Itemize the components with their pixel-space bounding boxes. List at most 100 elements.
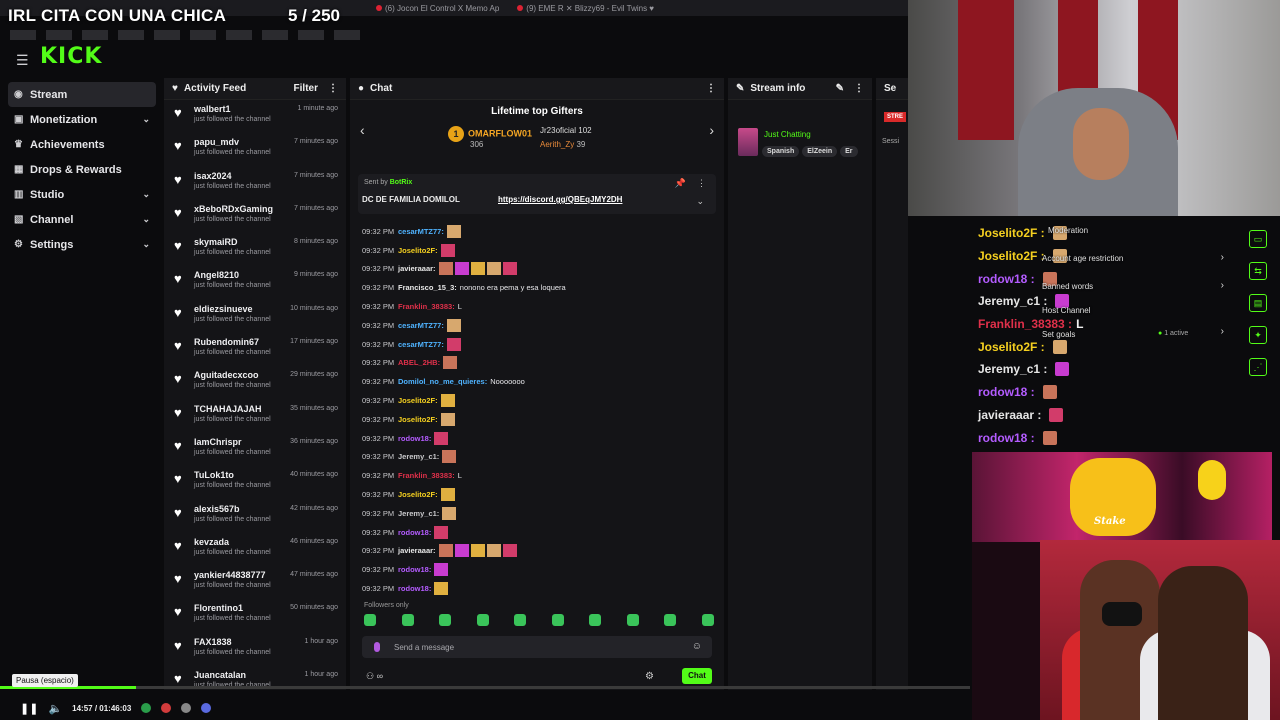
chat-message[interactable]: 09:32 PM Francisco_15_3: nonono era pema y… xyxy=(362,278,712,297)
browser-tab[interactable]: (9) EME R ✕ Blizzy69 - Evil Twins ♥ xyxy=(511,3,660,14)
layout-icon[interactable]: ▤ xyxy=(1249,294,1267,312)
chevron-down-icon[interactable]: ⌄ xyxy=(142,239,150,250)
chat-message[interactable]: 09:32 PM Jeremy_c1: xyxy=(362,504,712,523)
chat-message[interactable]: 09:32 PM rodow18: xyxy=(362,429,712,448)
volume-icon[interactable]: 🔈 xyxy=(48,702,62,715)
emote-button[interactable] xyxy=(664,614,677,626)
message-username[interactable]: rodow18: xyxy=(398,565,431,574)
kick-logo[interactable]: KICK xyxy=(40,44,102,69)
chat-message[interactable]: 09:32 PM cesarMTZ77: xyxy=(362,335,712,354)
emoji-icon[interactable]: ☺ xyxy=(692,641,702,652)
message-username[interactable]: rodow18: xyxy=(398,434,431,443)
message-username[interactable]: javieraaar: xyxy=(398,264,436,273)
message-username[interactable]: Jeremy_c1: xyxy=(398,509,439,518)
chat-message[interactable]: 09:32 PM Joselito2F: xyxy=(362,410,712,429)
chevron-right-icon[interactable]: › xyxy=(1221,280,1224,291)
chat-message[interactable]: 09:32 PM Joselito2F: xyxy=(362,241,712,260)
list-item[interactable]: ♥ Rubendomin67 just followed the channel 17… xyxy=(164,333,346,366)
message-username[interactable]: Joselito2F: xyxy=(398,246,438,255)
chevron-down-icon[interactable]: ⌄ xyxy=(142,214,150,225)
message-username[interactable]: Jeremy_c1: xyxy=(398,452,439,461)
message-username[interactable]: Domilol_no_me_quieres: xyxy=(398,377,487,386)
pin-icon[interactable]: 📌 xyxy=(675,178,686,189)
chat-message[interactable]: 09:32 PM Franklin_38383: L xyxy=(362,466,712,485)
sidebar-item-drops-rewards[interactable]: ▦ Drops & Rewards xyxy=(8,157,156,182)
list-item[interactable]: ♥ FAX1838 just followed the channel 1 hour … xyxy=(164,633,346,666)
list-item[interactable]: ♥ TCHAHAJAJAH just followed the channel 35 … xyxy=(164,400,346,433)
chevron-left-icon[interactable]: ‹ xyxy=(360,122,365,138)
more-options-icon[interactable]: ⋮ xyxy=(328,83,338,94)
message-username[interactable]: cesarMTZ77: xyxy=(398,340,444,349)
mic-icon[interactable] xyxy=(374,642,380,652)
chat-message[interactable]: 09:32 PM Joselito2F: xyxy=(362,391,712,410)
list-item[interactable]: ♥ yankier44838777 just followed the channe… xyxy=(164,566,346,599)
chevron-right-icon[interactable]: › xyxy=(709,122,714,138)
chat-message[interactable]: 09:32 PM cesarMTZ77: xyxy=(362,316,712,335)
message-username[interactable]: Francisco_15_3: xyxy=(398,283,457,292)
message-username[interactable]: Franklin_38383: xyxy=(398,471,455,480)
list-item[interactable]: ♥Juancatalanjust followed the channel1 h… xyxy=(164,666,346,699)
emote-button[interactable] xyxy=(551,614,564,626)
chevron-down-icon[interactable]: ⌄ xyxy=(142,189,150,200)
list-item[interactable]: ♥ eldiezsinueve just followed the channel 1… xyxy=(164,300,346,333)
list-item[interactable]: ♥ walbert1 just followed the channel 1 minu… xyxy=(164,100,346,133)
tray-icon[interactable] xyxy=(201,703,212,713)
chat-message[interactable]: 09:32 PM Domilol_no_me_quieres: Nooooooo xyxy=(362,372,712,391)
message-username[interactable]: cesarMTZ77: xyxy=(398,227,444,236)
gear-icon[interactable] xyxy=(181,703,192,713)
message-username[interactable]: Joselito2F: xyxy=(398,415,438,424)
list-item[interactable]: ♥ isax2024 just followed the channel 7 minu… xyxy=(164,167,346,200)
more-options-icon[interactable]: ⋮ xyxy=(854,83,864,94)
bolt-icon[interactable]: ⇆ xyxy=(1249,262,1267,280)
sidebar-item-channel[interactable]: ▧ Channel ⌄ xyxy=(8,207,156,232)
chat-message[interactable]: 09:32 PM cesarMTZ77: xyxy=(362,222,712,241)
sidebar-item-settings[interactable]: ⚙ Settings ⌄ xyxy=(8,232,156,257)
more-options-icon[interactable]: ⋮ xyxy=(706,83,716,94)
emote-button[interactable] xyxy=(701,614,714,626)
message-username[interactable]: Franklin_38383: xyxy=(398,302,455,311)
emote-button[interactable] xyxy=(439,614,452,626)
message-username[interactable]: rodow18: xyxy=(398,528,431,537)
list-item[interactable]: ♥ xBeboRDxGaming just followed the channel… xyxy=(164,200,346,233)
discord-link[interactable]: https://discord.gg/QBEqJMY2DH xyxy=(498,195,622,204)
emote-button[interactable] xyxy=(476,614,489,626)
emote-button[interactable] xyxy=(589,614,602,626)
pause-icon[interactable]: ❚❚ xyxy=(20,702,38,715)
list-item[interactable]: ♥ Angel8210 just followed the channel 9 min… xyxy=(164,266,346,299)
list-item[interactable]: ♥ TuLok1to just followed the channel 40 min… xyxy=(164,466,346,499)
chevron-down-icon[interactable]: ⌄ xyxy=(142,114,150,125)
list-item[interactable]: ♥ papu_mdv just followed the channel 7 minu… xyxy=(164,133,346,166)
viewers-icon[interactable]: ⚇ ∞ xyxy=(366,671,383,682)
message-username[interactable]: Joselito2F: xyxy=(398,396,438,405)
list-item[interactable]: ♥ kevzada just followed the channel 46 minu… xyxy=(164,533,346,566)
message-username[interactable]: cesarMTZ77: xyxy=(398,321,444,330)
list-item[interactable]: ♥ IamChrispr just followed the channel 36 m… xyxy=(164,433,346,466)
edit-icon[interactable]: ✎ xyxy=(836,83,844,94)
sidebar-item-stream[interactable]: ◉ Stream xyxy=(8,82,156,107)
chevron-right-icon[interactable]: › xyxy=(1221,326,1224,337)
chat-message[interactable]: 09:32 PM Franklin_38383: L xyxy=(362,297,712,316)
gear-icon[interactable]: ⚙ xyxy=(645,671,654,682)
menu-icon[interactable]: ☰ xyxy=(16,52,29,69)
chat-icon[interactable]: ▭ xyxy=(1249,230,1267,248)
category-name[interactable]: Just Chatting xyxy=(764,130,811,139)
list-item[interactable]: ♥ skymaiRD just followed the channel 8 minu… xyxy=(164,233,346,266)
sidebar-item-studio[interactable]: ▥ Studio ⌄ xyxy=(8,182,156,207)
chat-send-button[interactable]: Chat xyxy=(682,668,712,684)
list-item[interactable]: ♥ Aguitadecxcoo just followed the channel 2… xyxy=(164,366,346,399)
chat-message[interactable]: 09:32 PM javieraaar: xyxy=(362,542,712,561)
message-username[interactable]: rodow18: xyxy=(398,584,431,593)
video-progress-bar[interactable] xyxy=(0,686,970,689)
message-username[interactable]: javieraaar: xyxy=(398,546,436,555)
list-item[interactable]: ♥ alexis567b just followed the channel 42 m… xyxy=(164,500,346,533)
message-username[interactable]: Joselito2F: xyxy=(398,490,438,499)
emote-button[interactable] xyxy=(626,614,639,626)
chat-message[interactable]: 09:32 PM rodow18: xyxy=(362,560,712,579)
filter-button[interactable]: Filter xyxy=(294,83,318,94)
share-icon[interactable]: ⋰ xyxy=(1249,358,1267,376)
emote-button[interactable] xyxy=(364,614,376,626)
chat-message[interactable]: 09:32 PM Joselito2F: xyxy=(362,485,712,504)
chevron-down-icon[interactable]: ⌄ xyxy=(696,196,704,207)
tray-icon[interactable] xyxy=(161,703,172,713)
message-username[interactable]: ABEL_2HB: xyxy=(398,358,440,367)
